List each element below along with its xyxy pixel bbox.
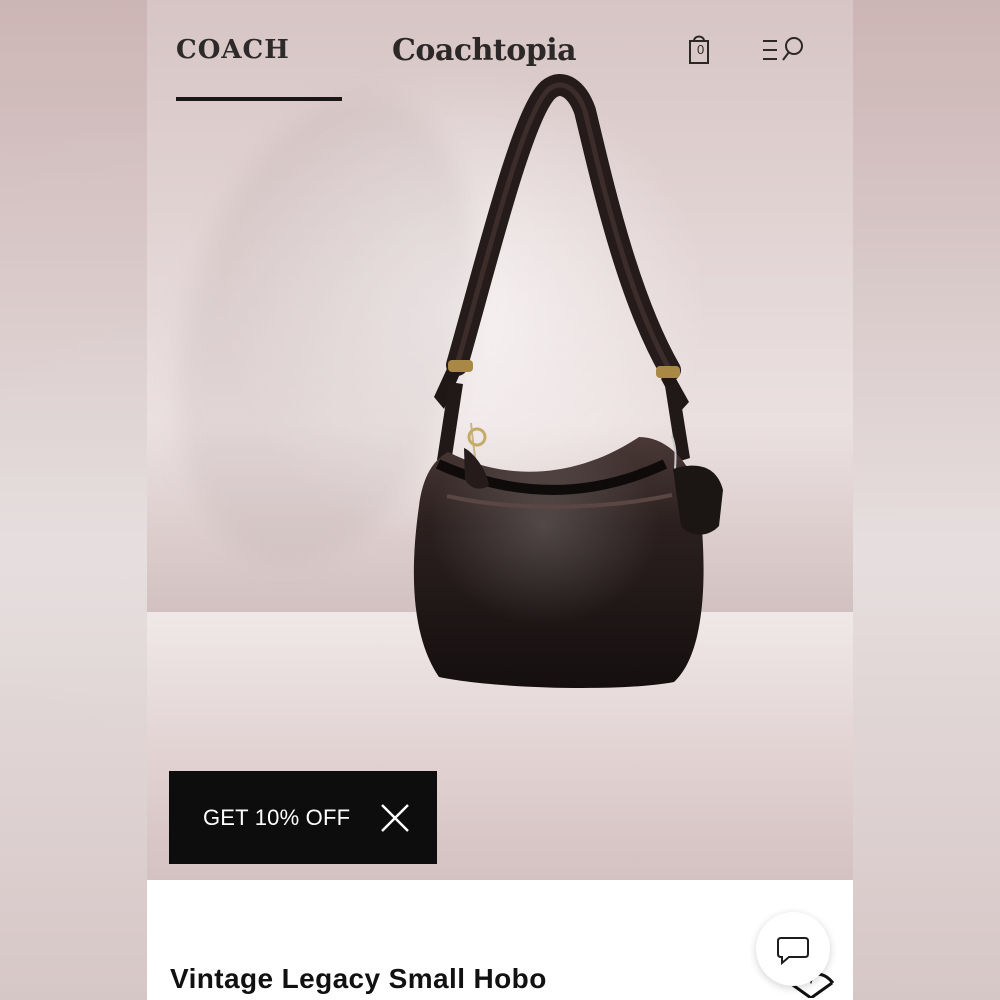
shopping-bag-button[interactable]: 0 <box>684 32 720 68</box>
close-promo-button[interactable] <box>379 802 411 834</box>
menu-search-button[interactable] <box>761 32 803 68</box>
product-details: Vintage Legacy Small Hobo <box>147 880 853 1000</box>
active-brand-underline <box>176 97 342 101</box>
menu-search-icon <box>763 37 803 61</box>
bag-count: 0 <box>697 42 705 57</box>
site-header: COACH Coachtopia 0 <box>147 0 853 110</box>
page-background: COACH Coachtopia 0 GET 10% OFF Vintage L… <box>0 0 1000 1000</box>
chat-button[interactable] <box>756 912 830 986</box>
discount-promo-banner[interactable]: GET 10% OFF <box>169 771 437 864</box>
chat-icon <box>777 937 809 966</box>
brand-logo-link[interactable]: COACH <box>176 35 290 65</box>
discount-promo-text: GET 10% OFF <box>203 804 351 830</box>
coachtopia-link[interactable]: Coachtopia <box>392 33 577 68</box>
product-hero: COACH Coachtopia 0 GET 10% OFF <box>147 0 853 880</box>
close-icon <box>381 804 409 832</box>
right-blurred-background <box>853 0 1000 1000</box>
left-blurred-background <box>0 0 147 1000</box>
mobile-product-page: COACH Coachtopia 0 GET 10% OFF Vintage L… <box>147 0 853 1000</box>
handbag-image <box>413 74 723 689</box>
product-title: Vintage Legacy Small Hobo <box>170 963 547 994</box>
